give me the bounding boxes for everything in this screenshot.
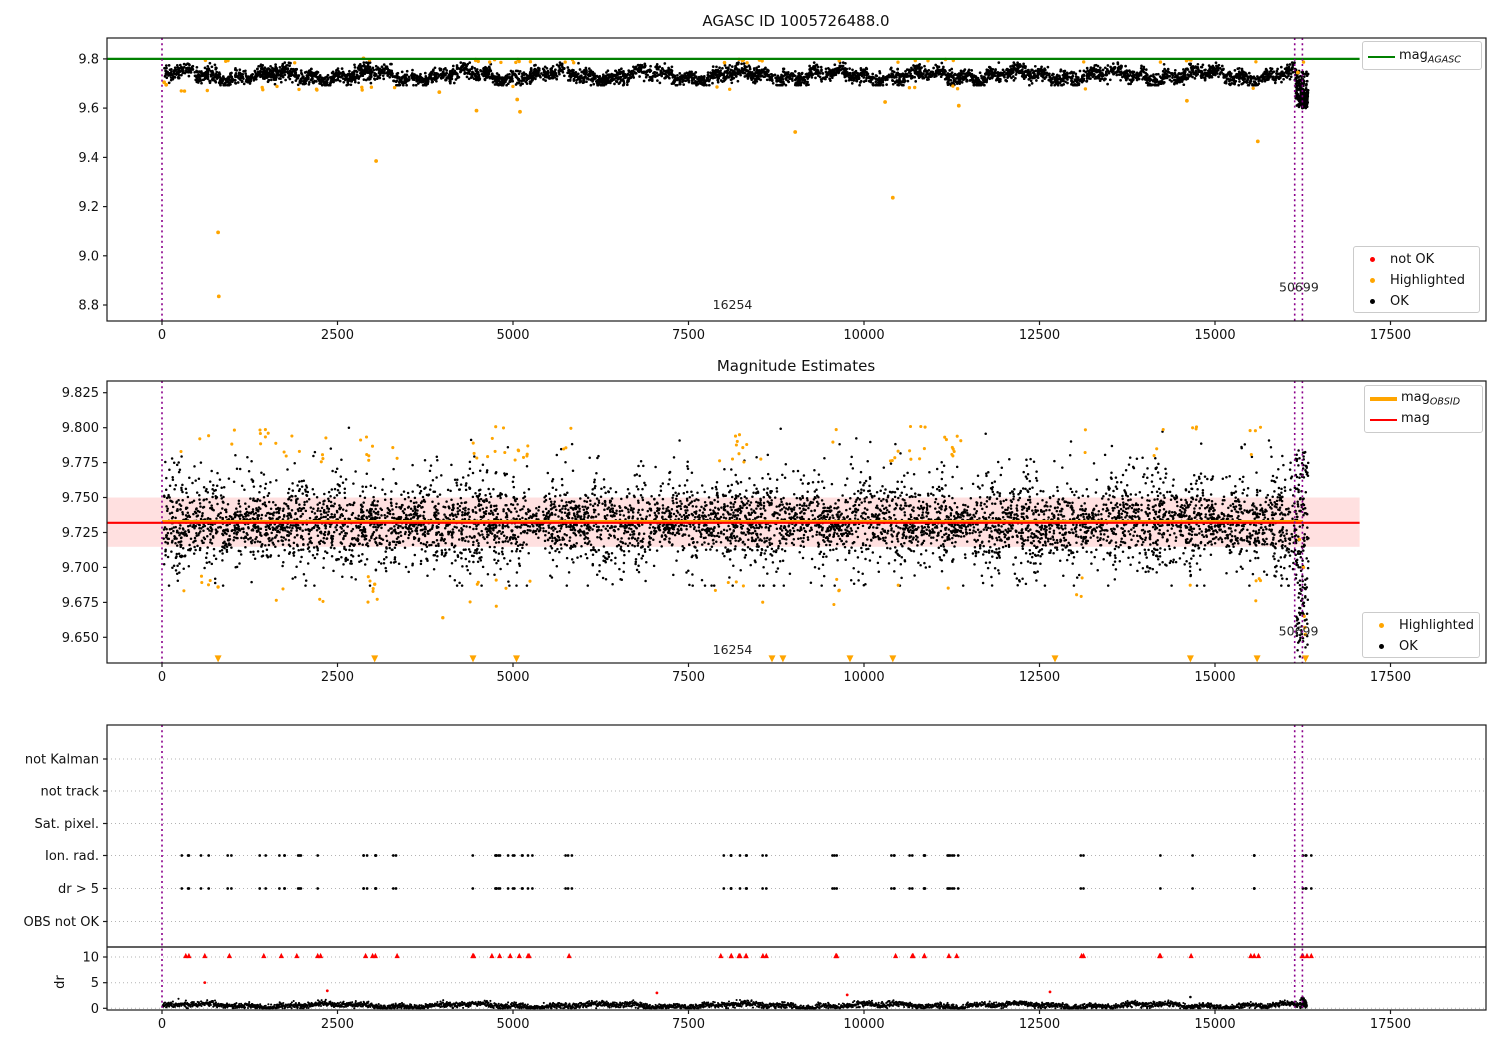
green-line-swatch bbox=[1363, 55, 1399, 58]
legend-item-ok: OK bbox=[1363, 636, 1479, 657]
plot1: 0 2500 5000 7500 10000 12500 15000 175008.89.09… bbox=[78, 37, 1487, 343]
legend-label: Highlighted bbox=[1399, 618, 1474, 633]
legend-item-ok: OK bbox=[1354, 291, 1479, 312]
legend-label: mag bbox=[1401, 410, 1430, 426]
figure: 0 2500 5000 7500 10000 12500 15000 17500 8.8 9.0 9… bbox=[0, 0, 1500, 1050]
legend-item-mag-obsid: magOBSID bbox=[1365, 388, 1482, 409]
axes-frame bbox=[106, 724, 1487, 1011]
chart-canvas: 0 2500 5000 7500 10000 12500 15000 175008.89.09… bbox=[24, 37, 1487, 1032]
plot1-marker-legend: not OK Highlighted OK bbox=[1353, 246, 1480, 313]
black-dot-swatch bbox=[1363, 644, 1399, 649]
plot2-title: Magnitude Estimates bbox=[716, 357, 876, 375]
legend-label: Highlighted bbox=[1390, 273, 1465, 288]
orange-line-swatch bbox=[1365, 396, 1401, 401]
plot1-line-legend: magAGASC bbox=[1362, 41, 1482, 70]
plot2: 0 2500 5000 7500 10000 12500 15000 175009.6509.… bbox=[62, 380, 1487, 685]
red-line-swatch bbox=[1365, 418, 1401, 421]
legend-label: magOBSID bbox=[1401, 389, 1461, 408]
legend-item-mag-agasc: magAGASC bbox=[1363, 46, 1481, 67]
legend-label: OK bbox=[1399, 639, 1418, 654]
orange-dot-swatch bbox=[1354, 278, 1390, 283]
legend-label: not OK bbox=[1390, 252, 1435, 267]
plot3-ylabel: dr bbox=[53, 975, 68, 989]
orange-dot-swatch bbox=[1363, 623, 1399, 628]
black-dot-swatch bbox=[1354, 299, 1390, 304]
plot3: 0 2500 5000 7500 10000 12500 15000 17500not Kal… bbox=[24, 724, 1487, 1032]
legend-item-highlighted: Highlighted bbox=[1354, 270, 1479, 291]
legend-label: magAGASC bbox=[1399, 47, 1461, 66]
legend-item-mag: mag bbox=[1365, 409, 1482, 430]
plot2-marker-legend: Highlighted OK bbox=[1362, 612, 1480, 658]
plot1-title: AGASC ID 1005726488.0 bbox=[702, 12, 890, 30]
plot2-line-legend: magOBSID mag bbox=[1364, 385, 1483, 433]
legend-item-highlighted: Highlighted bbox=[1363, 615, 1479, 636]
legend-label: OK bbox=[1390, 294, 1409, 309]
red-dot-swatch bbox=[1354, 257, 1390, 262]
legend-item-not-ok: not OK bbox=[1354, 249, 1479, 270]
